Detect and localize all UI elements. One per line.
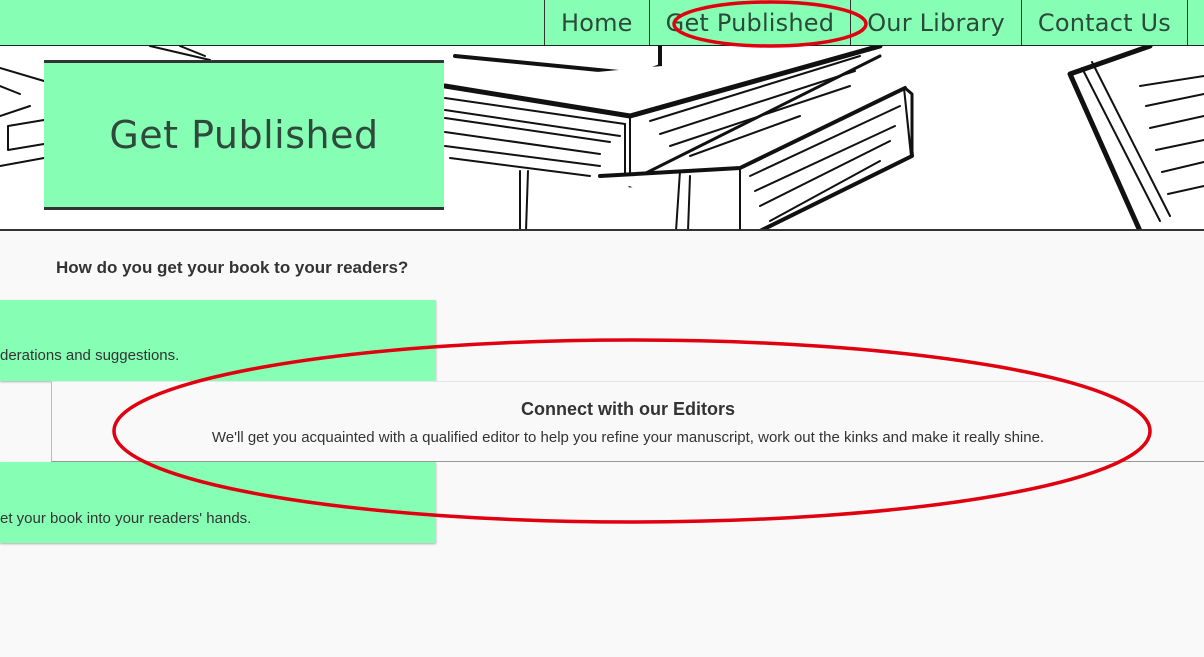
nav-menu: Home Get Published Our Library Contact U… (543, 0, 1188, 45)
hero-banner: Get Published (0, 46, 1204, 231)
nav-item-our-library[interactable]: Our Library (850, 0, 1021, 45)
card-text: derations and suggestions. (0, 347, 180, 364)
section-question: How do you get your book to your readers… (56, 258, 409, 277)
top-navbar: Home Get Published Our Library Contact U… (0, 0, 1204, 46)
page-title-box: Get Published (44, 60, 444, 210)
card-text: et your book into your readers' hands. (0, 510, 252, 527)
service-card-considerations[interactable]: derations and suggestions. (0, 300, 436, 381)
service-card-distribution[interactable]: et your book into your readers' hands. (0, 462, 436, 543)
service-card-editors[interactable]: Connect with our Editors We'll get you a… (51, 381, 1204, 462)
card-text: We'll get you acquainted with a qualifie… (211, 429, 1045, 446)
nav-item-contact-us[interactable]: Contact Us (1020, 0, 1188, 45)
page-title: Get Published (109, 113, 379, 157)
nav-item-get-published[interactable]: Get Published (648, 0, 851, 45)
nav-item-home[interactable]: Home (543, 0, 649, 45)
card-title: Connect with our Editors (521, 399, 735, 419)
